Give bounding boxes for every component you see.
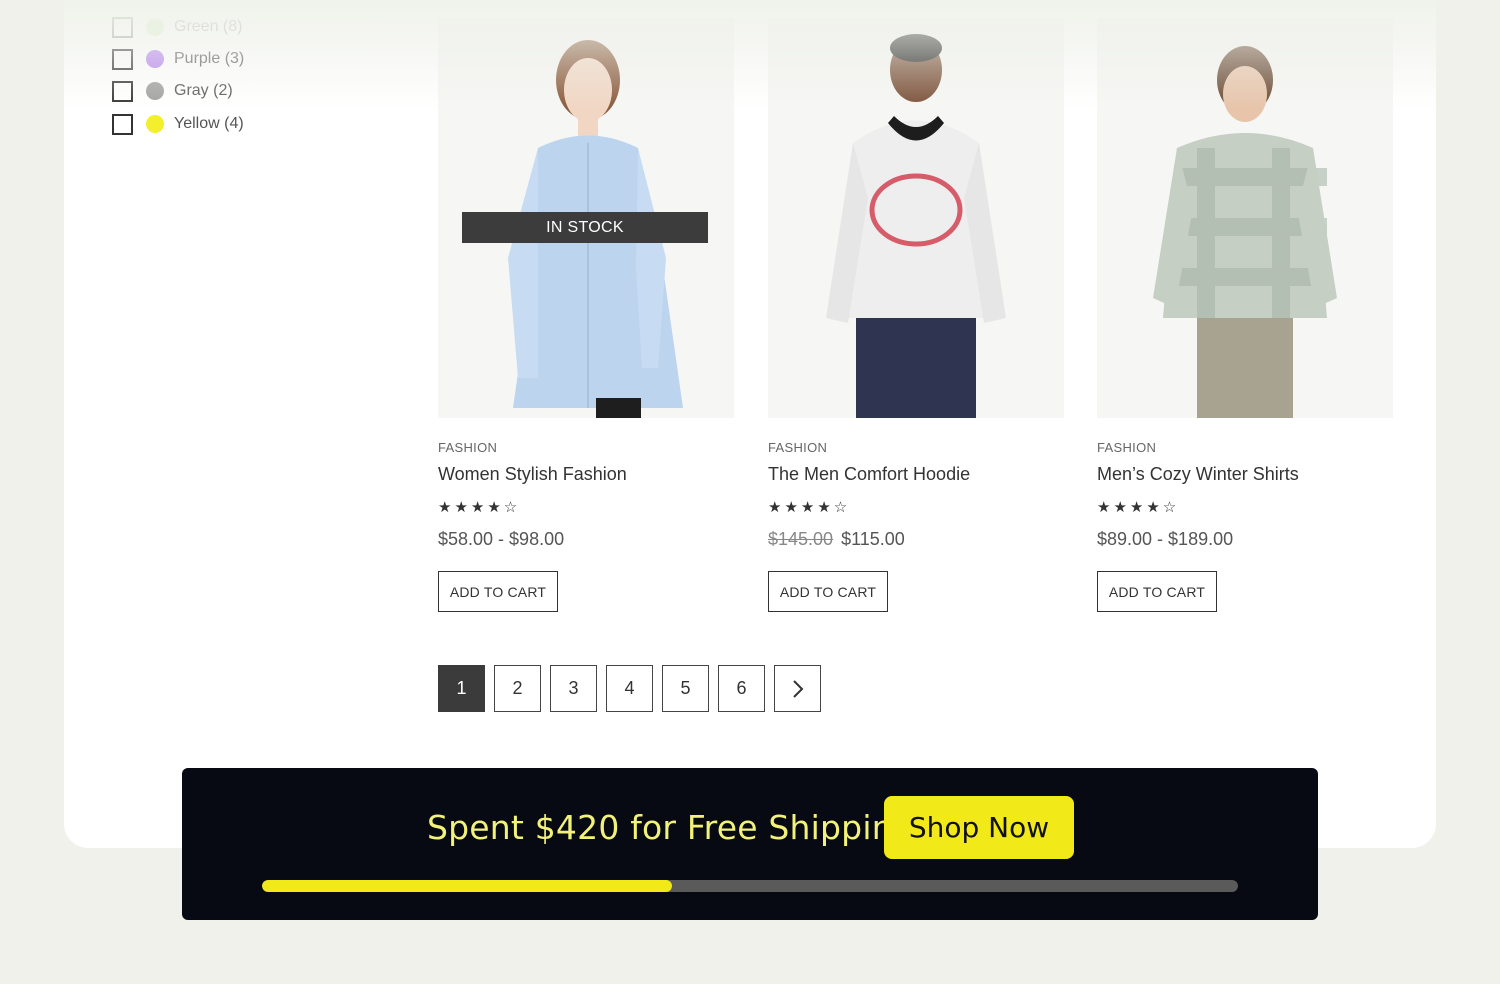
product-price: $89.00 - $189.00 [1097, 529, 1393, 550]
filter-color-purple[interactable]: Purple (3) [112, 47, 244, 71]
color-swatch [146, 18, 164, 36]
page-2-button[interactable]: 2 [494, 665, 541, 712]
color-swatch [146, 115, 164, 133]
free-shipping-banner: Spent $420 for Free Shipping Shop Now [182, 768, 1318, 920]
color-swatch [146, 50, 164, 68]
product-category: FASHION [768, 440, 828, 455]
star-rating-icon: ★★★★☆ [1097, 499, 1180, 516]
product-title[interactable]: Men’s Cozy Winter Shirts [1097, 464, 1393, 485]
product-title[interactable]: Women Stylish Fashion [438, 464, 734, 485]
filter-checkbox[interactable] [112, 113, 133, 135]
next-page-button[interactable] [774, 665, 821, 712]
filter-color-gray[interactable]: Gray (2) [112, 79, 233, 103]
filter-checkbox[interactable] [112, 16, 133, 38]
filter-checkbox[interactable] [112, 80, 133, 102]
page-1-button[interactable]: 1 [438, 665, 485, 712]
price-value: $115.00 [841, 529, 905, 549]
product-price: $58.00 - $98.00 [438, 529, 734, 550]
shop-now-button[interactable]: Shop Now [884, 796, 1074, 859]
page-4-button[interactable]: 4 [606, 665, 653, 712]
filter-color-yellow[interactable]: Yellow (4) [112, 112, 244, 136]
free-shipping-text: Spent $420 for Free Shipping [427, 808, 914, 847]
plaid-shirt-illustration [1153, 46, 1337, 418]
filter-label: Yellow (4) [174, 115, 244, 132]
add-to-cart-button[interactable]: ADD TO CART [768, 571, 888, 612]
add-to-cart-button[interactable]: ADD TO CART [1097, 571, 1217, 612]
product-title[interactable]: The Men Comfort Hoodie [768, 464, 1064, 485]
product-price: $145.00 $115.00 [768, 529, 1064, 550]
product-card-mens-cozy-winter-shirts[interactable]: FASHION Men’s Cozy Winter Shirts ★★★★☆ $… [1097, 18, 1393, 612]
product-card-men-comfort-hoodie[interactable]: FASHION The Men Comfort Hoodie ★★★★☆ $14… [768, 18, 1064, 612]
add-to-cart-button[interactable]: ADD TO CART [438, 571, 558, 612]
star-rating-icon: ★★★★☆ [768, 499, 851, 516]
pagination: 1 2 3 4 5 6 [438, 665, 821, 712]
product-image[interactable] [768, 18, 1064, 418]
color-swatch [146, 82, 164, 100]
filter-label: Purple (3) [174, 50, 245, 67]
price-value: $58.00 - $98.00 [438, 529, 565, 549]
product-category: FASHION [438, 440, 498, 455]
filter-checkbox[interactable] [112, 48, 133, 70]
product-image[interactable] [1097, 18, 1393, 418]
product-image[interactable]: IN STOCK [438, 18, 734, 418]
old-price: $145.00 [768, 529, 834, 549]
page-6-button[interactable]: 6 [718, 665, 765, 712]
filter-label: Gray (2) [174, 82, 233, 99]
in-stock-badge: IN STOCK [462, 212, 708, 243]
star-rating-icon: ★★★★☆ [438, 499, 521, 516]
price-value: $89.00 - $189.00 [1097, 529, 1234, 549]
filter-color-green[interactable]: Green (8) [112, 15, 242, 39]
page-3-button[interactable]: 3 [550, 665, 597, 712]
page-5-button[interactable]: 5 [662, 665, 709, 712]
product-card-women-stylish-fashion[interactable]: IN STOCK FASHION Women Stylish Fashion ★… [438, 18, 734, 612]
filter-label: Green (8) [174, 18, 243, 35]
product-category: FASHION [1097, 440, 1157, 455]
shipping-progress-fill [262, 880, 672, 892]
shipping-progress-bar [262, 880, 1238, 892]
hoodie-illustration [826, 34, 1006, 418]
chevron-right-icon [792, 679, 803, 698]
